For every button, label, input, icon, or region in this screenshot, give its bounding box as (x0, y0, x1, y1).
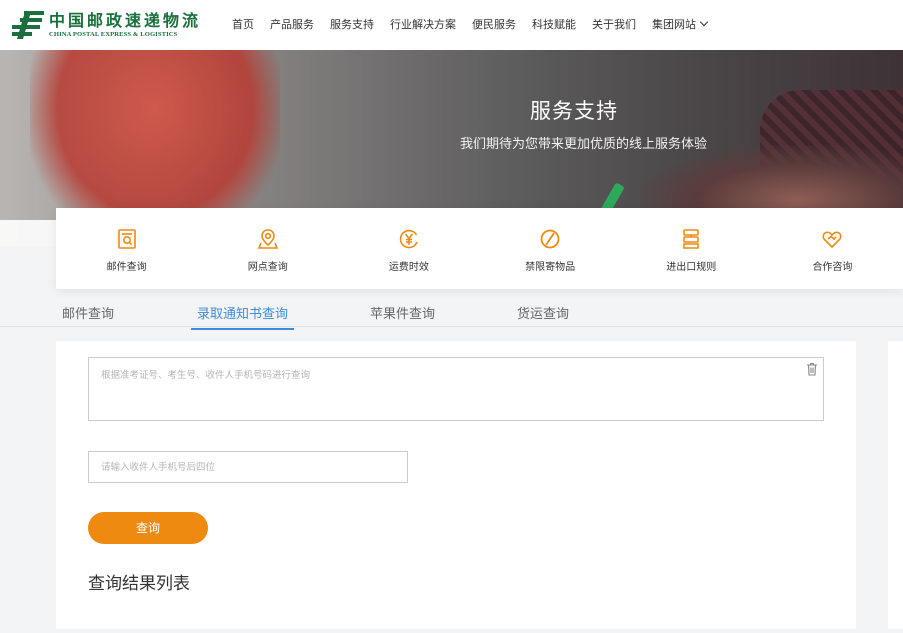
nav-group-sites-label: 集团网站 (652, 18, 696, 31)
logo-chinese-name: 中国邮政速递物流 (49, 10, 202, 30)
service-shortcuts: 邮件查询 网点查询 运费时效 禁限寄物品 进出口规则 合作咨询 (56, 208, 903, 289)
service-mail-query[interactable]: 邮件查询 (56, 208, 197, 289)
mail-search-icon (117, 229, 136, 249)
trash-icon[interactable] (806, 362, 818, 376)
location-pin-icon (257, 229, 278, 249)
tab-admission-letter-query[interactable]: 录取通知书查询 (191, 303, 295, 330)
tab-mail-query[interactable]: 邮件查询 (62, 303, 114, 328)
china-post-logo[interactable]: 中国邮政速递物流 CHINA POSTAL EXPRESS & LOGISTIC… (10, 9, 201, 41)
service-outlet-query[interactable]: 网点查询 (197, 208, 338, 289)
top-header: 中国邮政速递物流 CHINA POSTAL EXPRESS & LOGISTIC… (0, 0, 903, 50)
main-nav: 首页 产品服务 服务支持 行业解决方案 便民服务 科技赋能 关于我们 集团网站 (232, 17, 723, 33)
service-label: 运费时效 (388, 262, 429, 273)
query-textarea-box (88, 357, 824, 421)
service-freight-time[interactable]: 运费时效 (338, 208, 479, 289)
service-import-export-rules[interactable]: 进出口规则 (621, 208, 762, 289)
nav-products[interactable]: 产品服务 (270, 17, 314, 33)
chevron-down-icon (699, 17, 709, 27)
service-label: 合作咨询 (812, 262, 853, 273)
banner-subtitle: 我们期待为您带来更加优质的线上服务体验 (459, 137, 707, 152)
prohibited-icon (540, 229, 560, 249)
nav-about[interactable]: 关于我们 (592, 17, 636, 33)
nav-convenience[interactable]: 便民服务 (472, 17, 516, 33)
nav-home[interactable]: 首页 (232, 17, 254, 33)
service-label: 进出口规则 (666, 262, 717, 273)
nav-technology[interactable]: 科技赋能 (532, 17, 576, 33)
result-list-title: 查询结果列表 (88, 574, 190, 594)
nav-industry-solutions[interactable]: 行业解决方案 (390, 17, 456, 33)
tab-apple-package-query[interactable]: 苹果件查询 (370, 303, 435, 328)
query-tabs: 邮件查询 录取通知书查询 苹果件查询 货运查询 (0, 300, 903, 330)
query-button[interactable]: 查询 (88, 512, 208, 544)
logo-english-name: CHINA POSTAL EXPRESS & LOGISTICS (49, 30, 178, 38)
phone-last4-input[interactable] (89, 452, 407, 482)
logo-text: 中国邮政速递物流 CHINA POSTAL EXPRESS & LOGISTIC… (49, 10, 202, 39)
nav-group-sites[interactable]: 集团网站 (652, 17, 709, 33)
china-post-logo-icon (12, 11, 44, 39)
nav-service-support[interactable]: 服务支持 (330, 17, 374, 33)
side-panel (888, 341, 903, 629)
phone-last4-box (88, 451, 408, 483)
query-form-card: 查询 查询结果列表 (56, 341, 856, 629)
yen-clock-icon (399, 229, 418, 249)
banner-photo-paper (0, 220, 56, 246)
query-numbers-textarea[interactable] (89, 358, 823, 420)
banner-title: 服务支持 (530, 99, 618, 123)
service-cooperation[interactable]: 合作咨询 (762, 208, 903, 289)
service-label: 网点查询 (247, 262, 288, 273)
handshake-heart-icon (822, 231, 842, 249)
service-label: 禁限寄物品 (525, 262, 576, 273)
service-label: 邮件查询 (106, 262, 147, 273)
service-prohibited-items[interactable]: 禁限寄物品 (480, 208, 621, 289)
tab-cargo-query[interactable]: 货运查询 (517, 303, 569, 328)
rules-icon (683, 229, 700, 249)
